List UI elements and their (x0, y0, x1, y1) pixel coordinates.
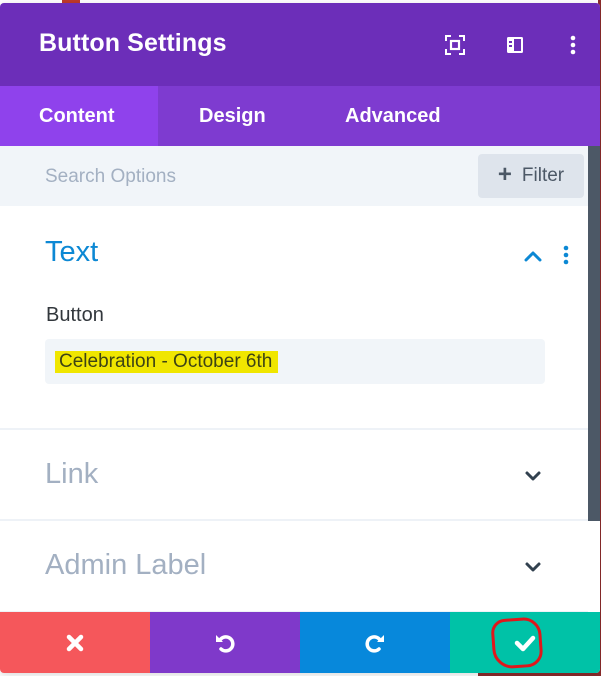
section-title-admin-label[interactable]: Admin Label (45, 549, 206, 582)
section-admin-label[interactable]: Admin Label (0, 521, 588, 613)
scrollbar-thumb[interactable] (588, 146, 600, 521)
more-options-icon[interactable] (558, 33, 588, 57)
save-button[interactable] (450, 612, 600, 673)
button-text-value: Celebration - October 6th (55, 351, 279, 373)
split-view-icon[interactable] (500, 33, 530, 57)
tab-advanced[interactable]: Advanced (304, 86, 441, 146)
section-text: Text Button Celebration - October 6th (0, 206, 588, 430)
plus-icon: + (497, 161, 512, 188)
close-icon (66, 634, 84, 651)
button-text-input[interactable]: Celebration - October 6th (45, 339, 545, 384)
filter-label: Filter (521, 165, 565, 186)
undo-button[interactable] (150, 612, 300, 673)
modal-footer (0, 612, 600, 673)
filter-button[interactable]: + Filter (478, 154, 584, 198)
undo-icon (216, 634, 235, 653)
section-title-text[interactable]: Text (45, 236, 98, 269)
modal-header: Button Settings (0, 3, 600, 86)
search-bar: + Filter (0, 146, 588, 206)
tab-content[interactable]: Content (0, 86, 158, 146)
chevron-down-icon[interactable] (522, 468, 544, 484)
search-options-input[interactable] (45, 164, 425, 190)
chevron-down-icon[interactable] (522, 559, 544, 575)
expand-icon[interactable] (440, 33, 470, 57)
settings-tabs: Content Design Advanced (0, 86, 600, 146)
button-settings-modal: Button Settings Content Design Advanced … (0, 3, 600, 673)
section-link[interactable]: Link (0, 430, 588, 521)
redo-icon (365, 634, 384, 653)
section-options-icon[interactable] (558, 244, 574, 268)
chevron-up-icon[interactable] (522, 248, 544, 264)
section-title-link[interactable]: Link (45, 458, 98, 491)
cancel-button[interactable] (0, 612, 150, 673)
modal-title: Button Settings (39, 29, 227, 57)
redo-button[interactable] (300, 612, 450, 673)
button-text-label: Button (46, 304, 104, 326)
tab-design[interactable]: Design (158, 86, 304, 146)
check-icon (514, 635, 536, 651)
